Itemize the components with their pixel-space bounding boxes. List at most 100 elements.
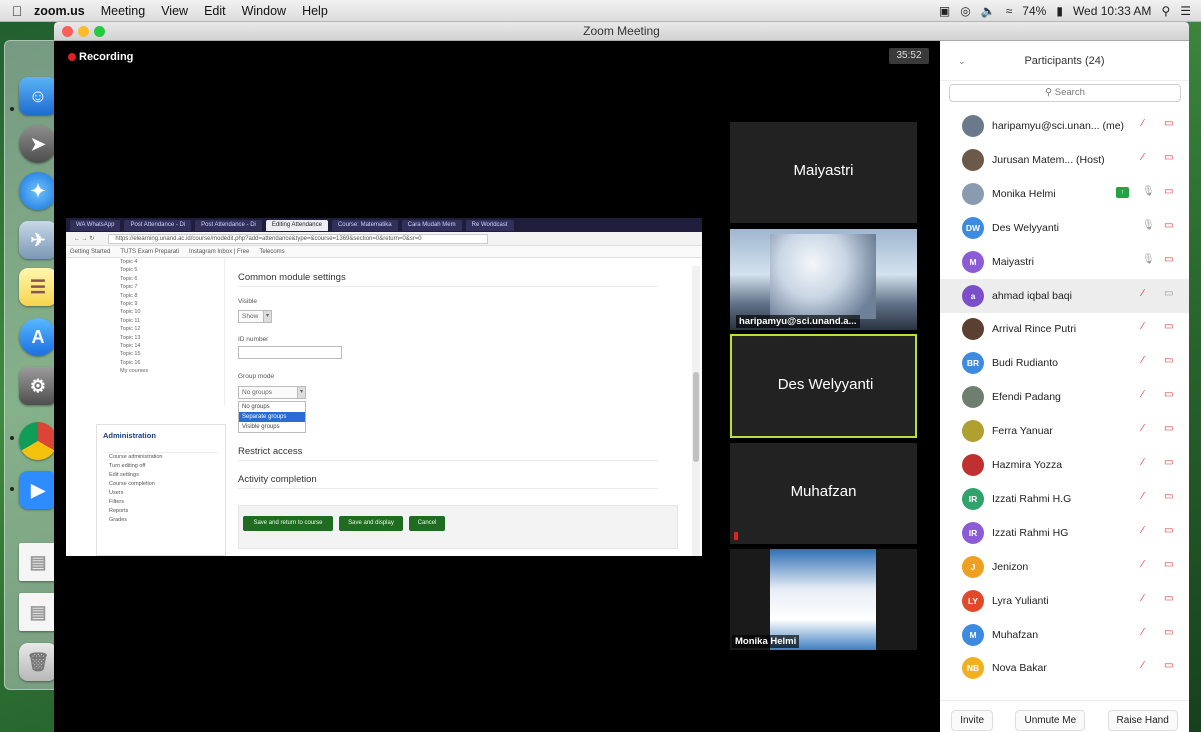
zoom-icon[interactable]: ▶ xyxy=(19,471,57,509)
chrome-icon[interactable] xyxy=(19,422,57,460)
participant-row[interactable]: Efendi Padang ∕ ▭ xyxy=(940,380,1189,414)
nav-topic[interactable]: Topic 5 xyxy=(120,266,224,274)
recording-indicator[interactable]: Recording xyxy=(68,51,133,63)
browser-tab[interactable]: Course: Matematika xyxy=(331,219,398,231)
admin-item[interactable]: Filters xyxy=(103,498,219,507)
section-common-settings[interactable]: Common module settings xyxy=(238,272,658,287)
participant-row[interactable]: Ferra Yanuar ∕ ▭ xyxy=(940,414,1189,448)
zoom-window-button[interactable] xyxy=(94,26,105,37)
save-display-button[interactable]: Save and display xyxy=(339,516,403,531)
nav-topic[interactable]: Topic 13 xyxy=(120,334,224,342)
nav-topic[interactable]: Topic 7 xyxy=(120,283,224,291)
microphone-muted-icon[interactable]: ∕ xyxy=(1142,355,1144,366)
notification-center-icon[interactable]: ☰ xyxy=(1180,4,1191,18)
participant-row[interactable]: haripamyu@sci.unan... (me) ∕ ▭ xyxy=(940,109,1189,143)
bookmark-item[interactable]: TUTS Exam Preparati xyxy=(120,246,179,257)
record-status-icon[interactable]: ◎ xyxy=(960,4,970,18)
camera-off-icon[interactable]: ▭ xyxy=(1164,525,1173,536)
microphone-muted-icon[interactable]: ∕ xyxy=(1142,593,1144,604)
volume-icon[interactable]: 🔈 xyxy=(981,4,996,18)
wifi-icon[interactable]: ≈ xyxy=(1006,4,1013,18)
safari-icon[interactable]: ✦ xyxy=(19,172,57,210)
spotlight-icon[interactable]: ⚲ xyxy=(1161,4,1170,18)
microphone-muted-icon[interactable]: ∕ xyxy=(1142,627,1144,638)
camera-off-icon[interactable]: ▭ xyxy=(1164,389,1173,400)
admin-item[interactable]: Course completion xyxy=(103,480,219,489)
menu-help[interactable]: Help xyxy=(302,4,328,18)
raise-hand-button[interactable]: Raise Hand xyxy=(1107,710,1178,731)
participant-row[interactable]: M Muhafzan ∕ ▭ xyxy=(940,618,1189,652)
browser-tab-active[interactable]: Editing Attendance xyxy=(265,219,328,231)
camera-off-icon[interactable]: ▭ xyxy=(1164,660,1173,671)
participant-row[interactable]: Monika Helmi ↑ 🎙 ▭ xyxy=(940,177,1189,211)
participant-row[interactable]: Hazmira Yozza ∕ ▭ xyxy=(940,448,1189,482)
nav-topic[interactable]: Topic 15 xyxy=(120,350,224,358)
participant-row[interactable]: IR Izzati Rahmi H.G ∕ ▭ xyxy=(940,482,1189,516)
admin-item[interactable]: Grades xyxy=(103,516,219,525)
camera-off-icon[interactable]: ▭ xyxy=(1164,220,1173,231)
participant-row[interactable]: IR Izzati Rahmi HG ∕ ▭ xyxy=(940,516,1189,550)
camera-off-icon[interactable]: ▭ xyxy=(1164,457,1173,468)
menu-edit[interactable]: Edit xyxy=(204,4,226,18)
camera-off-icon[interactable]: ▭ xyxy=(1164,152,1173,163)
video-tile[interactable]: Maiyastri xyxy=(730,122,917,223)
camera-off-icon[interactable]: ▭ xyxy=(1164,321,1173,332)
bookmark-item[interactable]: Getting Started xyxy=(70,246,110,257)
nav-topic[interactable]: Topic 4 xyxy=(120,258,224,266)
microphone-icon[interactable]: 🎙 xyxy=(1142,186,1155,197)
launchpad-icon[interactable]: ➤ xyxy=(19,125,57,163)
admin-item[interactable]: Turn editing off xyxy=(103,462,219,471)
participant-row[interactable]: J Jenizon ∕ ▭ xyxy=(940,550,1189,584)
microphone-muted-icon[interactable]: ∕ xyxy=(1142,288,1144,299)
document-icon[interactable]: ▤ xyxy=(19,543,57,581)
bookmark-item[interactable]: Telecoms xyxy=(259,246,284,257)
video-tile[interactable]: Monika Helmi xyxy=(730,549,917,650)
nav-topic[interactable]: Topic 11 xyxy=(120,317,224,325)
browser-url-bar[interactable]: https://elearning.unand.ac.id/course/mod… xyxy=(108,234,489,244)
apple-icon[interactable]:  xyxy=(0,3,34,19)
section-activity-completion[interactable]: Activity completion xyxy=(238,474,658,489)
microphone-muted-icon[interactable]: ∕ xyxy=(1142,389,1144,400)
video-tile[interactable]: Muhafzan xyxy=(730,443,917,544)
id-number-input[interactable] xyxy=(238,346,342,359)
group-mode-select[interactable]: No groups ▾ xyxy=(238,386,306,399)
microphone-muted-icon[interactable]: ∕ xyxy=(1142,118,1144,129)
menu-app[interactable]: zoom.us xyxy=(34,4,85,18)
participant-row[interactable]: M Maiyastri 🎙 ▭ xyxy=(940,245,1189,279)
battery-icon[interactable]: ▮ xyxy=(1056,4,1063,18)
camera-off-icon[interactable]: ▭ xyxy=(1164,593,1173,604)
participants-search-input[interactable]: ⚲ Search xyxy=(949,84,1181,102)
chevron-down-icon[interactable]: ⌄ xyxy=(958,41,966,81)
participant-row[interactable]: a ahmad iqbal baqi ∕ ▭ xyxy=(940,278,1189,313)
menubar-clock[interactable]: Wed 10:33 AM xyxy=(1073,4,1152,18)
unmute-me-button[interactable]: Unmute Me xyxy=(1015,710,1086,731)
microphone-muted-icon[interactable]: ∕ xyxy=(1142,152,1144,163)
camera-off-icon[interactable]: ▭ xyxy=(1164,559,1173,570)
camera-off-icon[interactable]: ▭ xyxy=(1164,254,1173,265)
visible-select[interactable]: Show ▾ xyxy=(238,310,272,323)
participant-row[interactable]: DW Des Welyyanti 🎙 ▭ xyxy=(940,211,1189,245)
browser-tab[interactable]: Post Attendance - Di xyxy=(195,219,262,231)
browser-tab[interactable]: Re Worldcast xyxy=(465,219,514,231)
dropdown-option-highlighted[interactable]: Separate groups xyxy=(239,412,305,422)
shared-screen[interactable]: WA WhatsApp Post Attendance - Di Post At… xyxy=(66,218,702,556)
finder-icon[interactable]: ☺ xyxy=(19,77,57,115)
nav-topic[interactable]: Topic 10 xyxy=(120,308,224,316)
camera-icon[interactable]: ▭ xyxy=(1164,288,1173,299)
microphone-muted-icon[interactable]: ∕ xyxy=(1142,423,1144,434)
microphone-icon[interactable]: 🎙 xyxy=(1142,254,1155,265)
nav-topic[interactable]: Topic 14 xyxy=(120,342,224,350)
close-window-button[interactable] xyxy=(62,26,73,37)
video-tile-active-speaker[interactable]: Des Welyyanti xyxy=(730,334,917,438)
menu-meeting[interactable]: Meeting xyxy=(101,4,145,18)
nav-topic[interactable]: Topic 6 xyxy=(120,275,224,283)
save-return-button[interactable]: Save and return to course xyxy=(243,516,333,531)
participant-row[interactable]: Arrival Rince Putri ∕ ▭ xyxy=(940,312,1189,346)
camera-off-icon[interactable]: ▭ xyxy=(1164,491,1173,502)
admin-item[interactable]: Reports xyxy=(103,507,219,516)
nav-topic[interactable]: Topic 9 xyxy=(120,300,224,308)
camera-off-icon[interactable]: ▭ xyxy=(1164,118,1173,129)
video-tile[interactable]: haripamyu@sci.unand.a... xyxy=(730,229,917,330)
camera-off-icon[interactable]: ▭ xyxy=(1164,355,1173,366)
app-store-icon[interactable]: A xyxy=(19,318,57,356)
